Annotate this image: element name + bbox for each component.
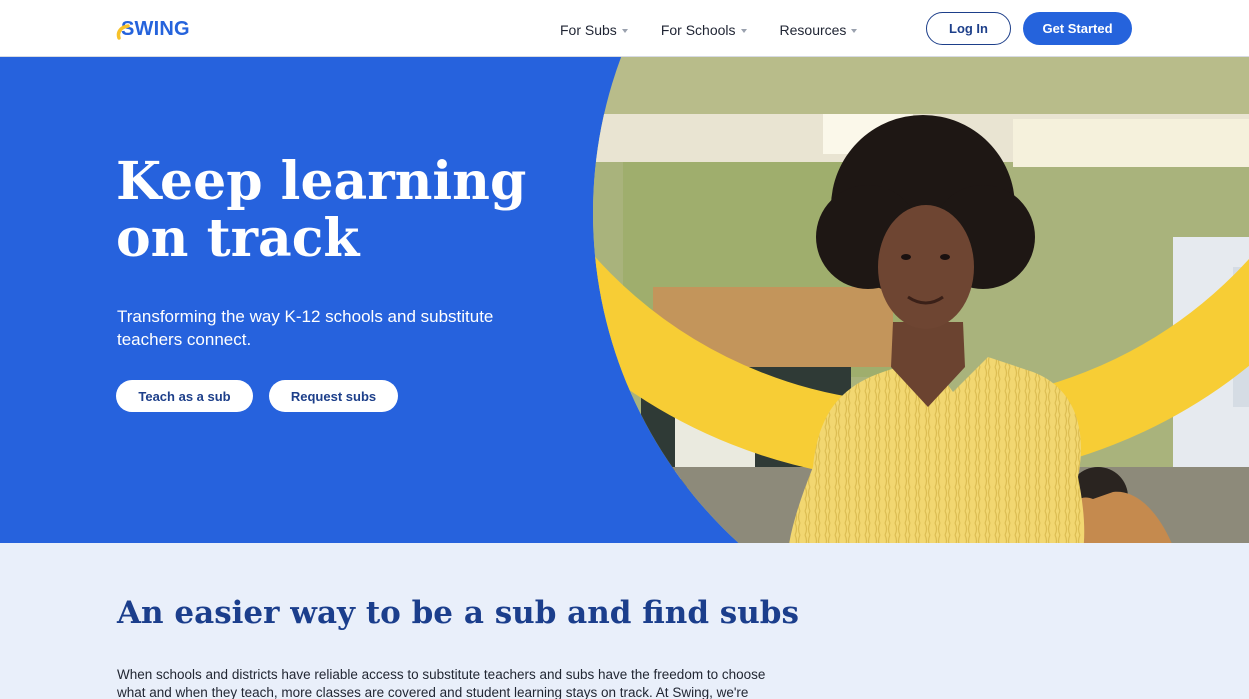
get-started-button[interactable]: Get Started (1023, 12, 1132, 45)
login-button[interactable]: Log In (926, 12, 1011, 45)
teach-as-sub-button[interactable]: Teach as a sub (116, 380, 253, 412)
nav-item-label: For Schools (660, 22, 736, 38)
section-title: An easier way to be a sub and find subs (117, 595, 799, 631)
swing-logo[interactable]: SWING (116, 14, 190, 40)
hero-section: Keep learning on track Transforming the … (0, 57, 1249, 543)
site-header: SWING For Subs For Schools Resources Log… (0, 0, 1249, 57)
nav-item-label: Resources (779, 22, 847, 38)
nav-item-resources[interactable]: Resources (780, 22, 858, 38)
logo-swoosh-icon (116, 24, 130, 40)
chevron-down-icon (740, 28, 747, 33)
page: SWING For Subs For Schools Resources Log… (0, 0, 1249, 699)
hero-title-line-2: on track (116, 208, 360, 269)
main-nav: For Subs For Schools Resources (560, 22, 890, 38)
hero-subtitle: Transforming the way K-12 schools and su… (117, 307, 494, 349)
request-subs-button[interactable]: Request subs (269, 380, 398, 412)
chevron-down-icon (621, 28, 628, 33)
chevron-down-icon (851, 28, 858, 33)
nav-item-for-schools[interactable]: For Schools (661, 22, 747, 38)
hero-photo (593, 57, 1249, 543)
teacher-classroom-illustration (593, 57, 1249, 543)
section-body: When schools and districts have reliable… (117, 667, 766, 699)
nav-item-label: For Subs (560, 22, 617, 38)
nav-item-for-subs[interactable]: For Subs (560, 22, 628, 38)
hero-title-line-1: Keep learning (116, 151, 527, 212)
hero-title: Keep learning on track (116, 153, 576, 267)
